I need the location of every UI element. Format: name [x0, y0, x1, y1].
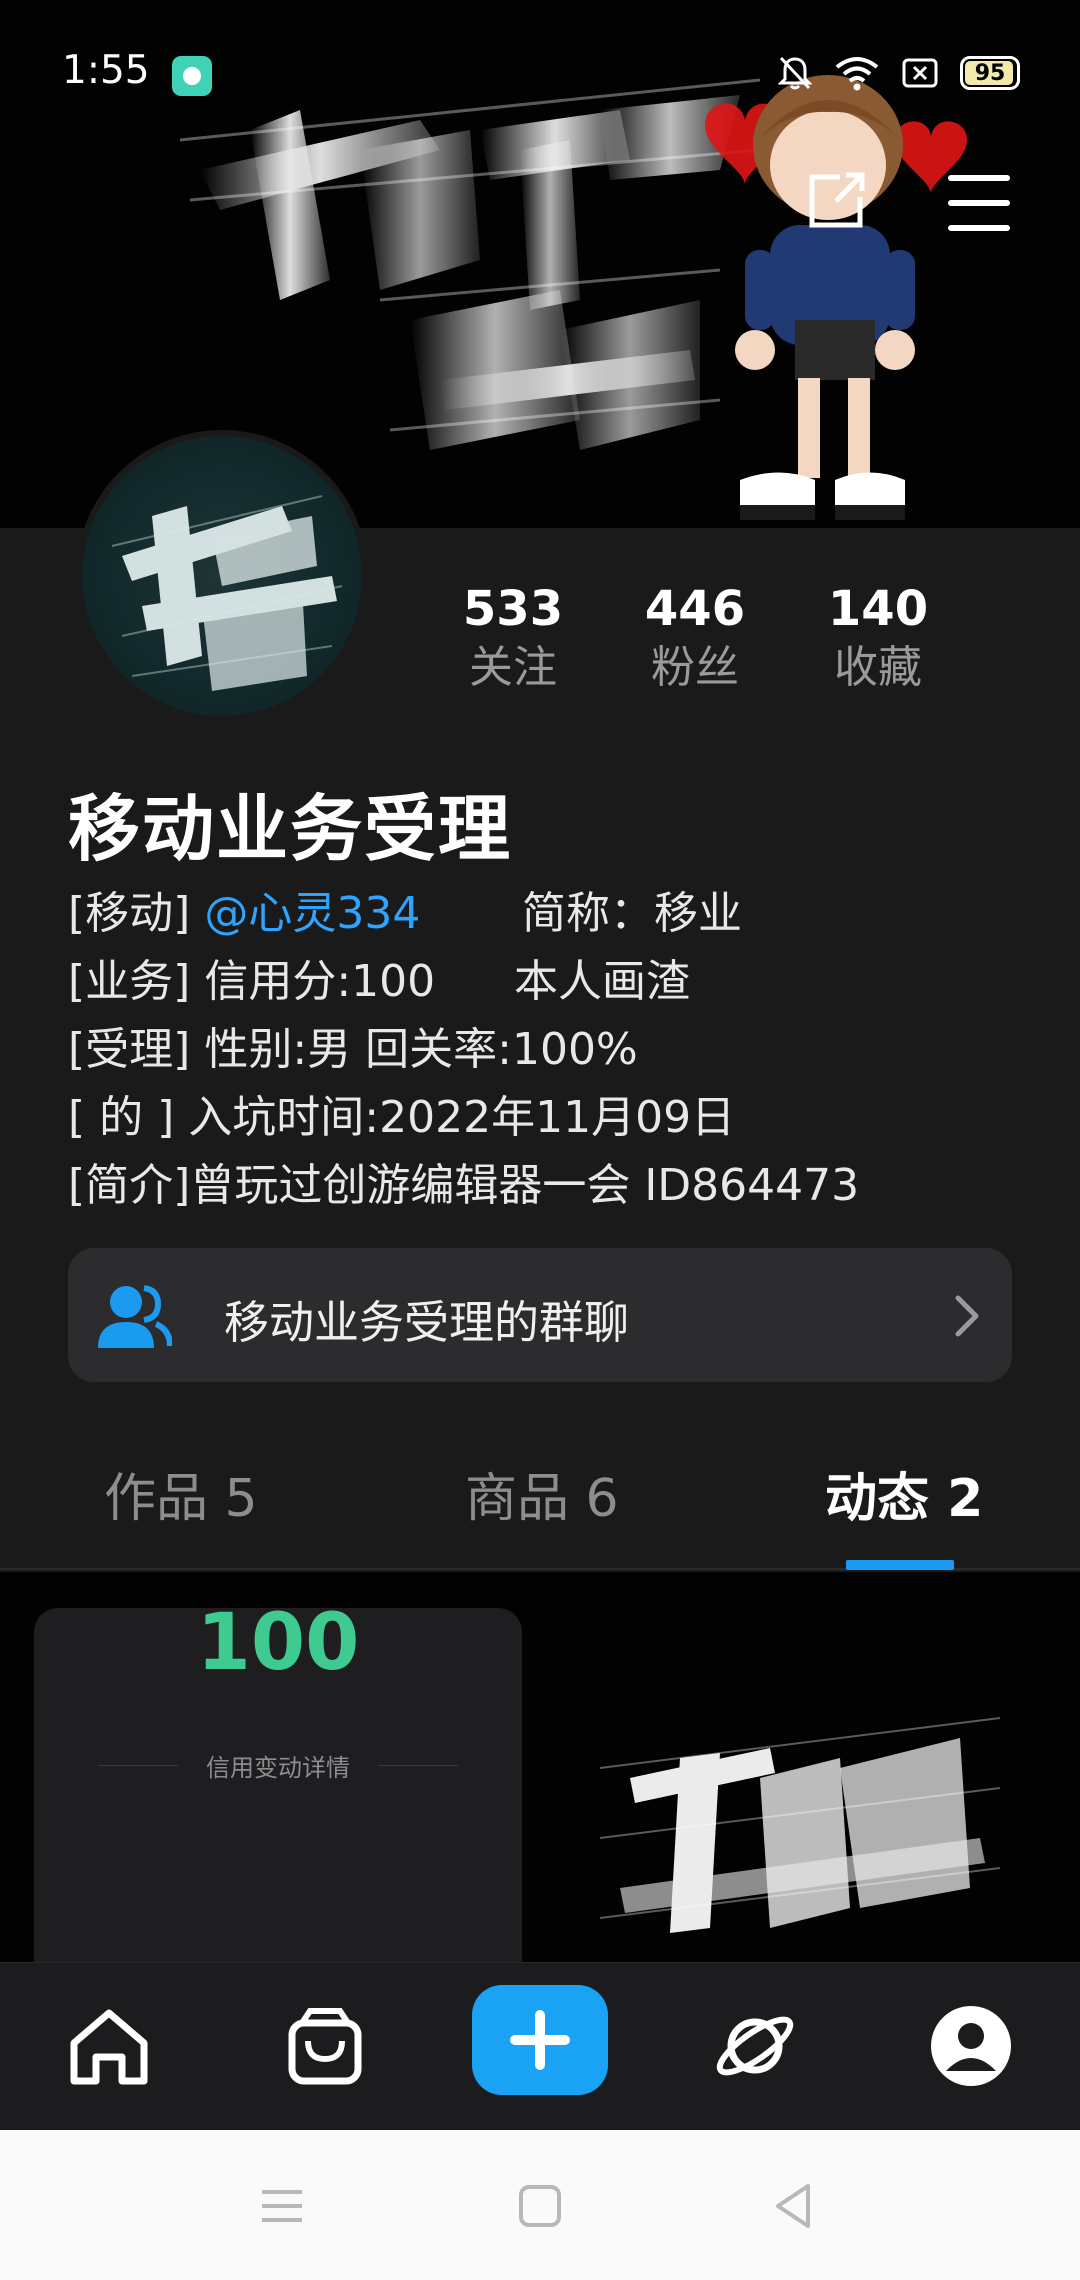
bio-line-right: 简称：移业 — [522, 888, 742, 939]
avatar-artwork — [111, 495, 343, 691]
group-users-icon — [98, 1285, 172, 1348]
profile-tabs: 作品 5 商品 6 动态 2 — [0, 1440, 1080, 1570]
bio-line-right: 本人画渣 — [514, 956, 690, 1007]
moments-feed: 100 信用变动详情 — [0, 1572, 1080, 1962]
profile-name: 移动业务受理 — [68, 787, 513, 871]
app-notification-icon — [172, 56, 212, 96]
home-icon[interactable] — [64, 2001, 154, 2091]
bio-mention-link[interactable]: @心灵334 — [204, 888, 420, 939]
bio-line-prefix: [ 的 ] 入坑时间:2022年11月09日 — [68, 1092, 736, 1143]
avatar[interactable] — [76, 430, 368, 722]
post-credit-score: 100 — [196, 1608, 360, 1688]
profile-bio: [移动] @心灵334 简称：移业 [业务] 信用分:100 本人画渣 [受理]… — [68, 884, 1028, 1224]
group-chat-label: 移动业务受理的群聊 — [224, 1296, 630, 1349]
planet-icon[interactable] — [710, 2001, 800, 2091]
menu-icon[interactable] — [948, 175, 1010, 231]
bio-line-prefix: [简介]曾玩过创游编辑器一会 ID864473 — [68, 1160, 860, 1211]
menu-nav-icon[interactable] — [254, 2178, 310, 2234]
bio-line: [移动] @心灵334 简称：移业 — [68, 884, 1028, 952]
bio-line-prefix: [业务] 信用分:100 — [68, 956, 436, 1007]
bio-line-prefix: [移动] — [68, 888, 205, 939]
bio-line: [受理] 性别:男 回关率:100% — [68, 1020, 1028, 1088]
shopping-bag-icon[interactable] — [280, 2001, 370, 2091]
mute-icon — [778, 56, 812, 90]
status-time: 1:55 — [62, 48, 150, 93]
share-icon[interactable] — [800, 165, 872, 237]
bio-line: [ 的 ] 入坑时间:2022年11月09日 — [68, 1088, 1028, 1156]
stat-following[interactable]: 533 关注 — [443, 580, 583, 698]
battery-icon: 95 — [960, 56, 1020, 90]
stat-favorites-value: 140 — [827, 581, 929, 637]
status-icons: 95 — [778, 55, 1020, 91]
battery-level: 95 — [974, 60, 1006, 86]
divider — [378, 1765, 458, 1766]
stat-favorites[interactable]: 140 收藏 — [808, 580, 948, 698]
status-bar: 1:55 95 — [0, 0, 1080, 150]
active-tab-indicator — [846, 1560, 954, 1570]
plus-icon — [510, 2010, 570, 2070]
wifi-icon — [835, 57, 879, 91]
post-card[interactable]: 100 信用变动详情 — [34, 1608, 522, 1962]
tab-products[interactable]: 商品 6 — [465, 1456, 619, 1531]
stat-followers-value: 446 — [644, 581, 746, 637]
bottom-nav — [0, 1962, 1080, 2130]
chevron-right-icon — [955, 1295, 979, 1337]
group-chat-button[interactable]: 移动业务受理的群聊 — [68, 1248, 1012, 1382]
home-nav-icon[interactable] — [512, 2178, 568, 2234]
profile-icon[interactable] — [926, 2001, 1016, 2091]
tab-works[interactable]: 作品 5 — [104, 1456, 258, 1531]
bio-line: [业务] 信用分:100 本人画渣 — [68, 952, 1028, 1020]
system-navigation-bar — [0, 2130, 1080, 2280]
create-post-button[interactable] — [472, 1985, 608, 2095]
post-image[interactable] — [560, 1608, 1060, 1962]
stat-following-value: 533 — [462, 581, 564, 637]
bio-line-prefix: [受理] 性别:男 回关率:100% — [68, 1024, 638, 1075]
stat-followers[interactable]: 446 粉丝 — [625, 580, 765, 698]
sim-icon — [902, 58, 938, 88]
stat-favorites-label: 收藏 — [834, 642, 922, 693]
back-nav-icon[interactable] — [766, 2178, 822, 2234]
bio-line: [简介]曾玩过创游编辑器一会 ID864473 — [68, 1156, 1028, 1224]
tab-moments[interactable]: 动态 2 — [825, 1456, 983, 1531]
stat-following-label: 关注 — [469, 642, 557, 693]
stat-followers-label: 粉丝 — [651, 642, 739, 693]
